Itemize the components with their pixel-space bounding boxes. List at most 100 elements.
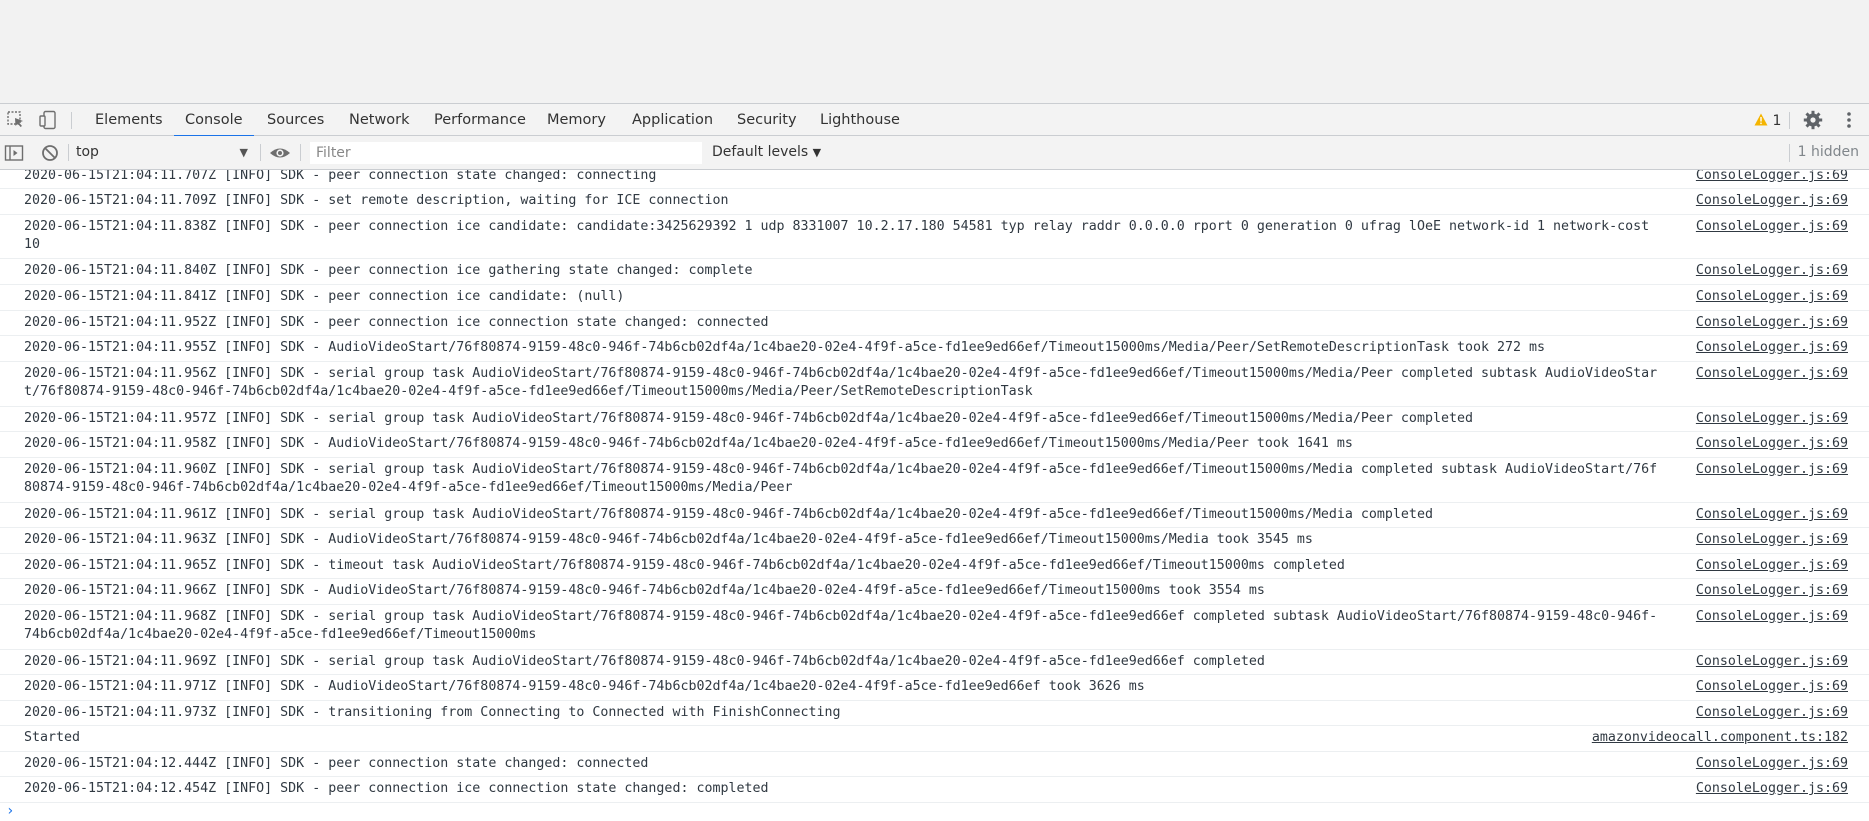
console-message-text: 2020-06-15T21:04:11.707Z [INFO] SDK - pe… [24, 170, 657, 183]
tab-console[interactable]: Console [174, 104, 254, 137]
dropdown-arrow-icon: ▼ [239, 146, 248, 159]
console-source-link[interactable]: ConsoleLogger.js:69 [1696, 608, 1848, 626]
tab-memory[interactable]: Memory [546, 104, 607, 136]
console-message-text: 2020-06-15T21:04:11.958Z [INFO] SDK - Au… [24, 436, 1353, 451]
console-message-text: 2020-06-15T21:04:11.966Z [INFO] SDK - Au… [24, 583, 1265, 598]
console-message-text: 2020-06-15T21:04:11.952Z [INFO] SDK - pe… [24, 315, 769, 330]
console-message-row: 2020-06-15T21:04:11.707Z [INFO] SDK - pe… [0, 170, 1869, 189]
console-message-row: 2020-06-15T21:04:11.840Z [INFO] SDK - pe… [0, 259, 1869, 285]
tab-application[interactable]: Application [631, 104, 714, 136]
toolbar-divider [1789, 144, 1790, 162]
console-message-text: Started [24, 730, 81, 745]
console-source-link[interactable]: ConsoleLogger.js:69 [1696, 218, 1848, 236]
toolbar-divider [300, 144, 301, 161]
console-message-row: 2020-06-15T21:04:11.969Z [INFO] SDK - se… [0, 650, 1869, 675]
console-filter-input[interactable] [310, 142, 702, 164]
console-source-link[interactable]: ConsoleLogger.js:69 [1696, 780, 1848, 798]
console-message-text: 2020-06-15T21:04:11.973Z [INFO] SDK - tr… [24, 705, 841, 720]
console-message-text: 2020-06-15T21:04:11.971Z [INFO] SDK - Au… [24, 679, 1145, 694]
console-message-row: 2020-06-15T21:04:11.952Z [INFO] SDK - pe… [0, 311, 1869, 336]
toolbar-divider [1789, 112, 1790, 129]
clear-console-icon[interactable] [40, 143, 60, 163]
console-source-link[interactable]: ConsoleLogger.js:69 [1696, 653, 1848, 671]
console-message-text: 2020-06-15T21:04:12.454Z [INFO] SDK - pe… [24, 781, 769, 796]
console-source-link[interactable]: ConsoleLogger.js:69 [1696, 262, 1848, 280]
console-message-text: 2020-06-15T21:04:11.838Z [INFO] SDK - pe… [24, 219, 1658, 252]
console-source-link[interactable]: ConsoleLogger.js:69 [1696, 755, 1848, 773]
console-message-row: 2020-06-15T21:04:11.963Z [INFO] SDK - Au… [0, 528, 1869, 554]
console-source-link[interactable]: ConsoleLogger.js:69 [1696, 365, 1848, 383]
console-message-row: 2020-06-15T21:04:11.971Z [INFO] SDK - Au… [0, 675, 1869, 701]
console-source-link[interactable]: ConsoleLogger.js:69 [1696, 339, 1848, 357]
console-source-link[interactable]: ConsoleLogger.js:69 [1696, 288, 1848, 306]
console-message-row: 2020-06-15T21:04:11.957Z [INFO] SDK - se… [0, 407, 1869, 432]
console-message-text: 2020-06-15T21:04:11.709Z [INFO] SDK - se… [24, 193, 729, 208]
console-message-row: 2020-06-15T21:04:11.958Z [INFO] SDK - Au… [0, 432, 1869, 458]
console-message-text: 2020-06-15T21:04:11.957Z [INFO] SDK - se… [24, 411, 1473, 426]
tab-security[interactable]: Security [736, 104, 798, 136]
console-message-row: 2020-06-15T21:04:11.966Z [INFO] SDK - Au… [0, 579, 1869, 605]
console-message-row: 2020-06-15T21:04:11.965Z [INFO] SDK - ti… [0, 554, 1869, 579]
console-message-row: 2020-06-15T21:04:12.454Z [INFO] SDK - pe… [0, 777, 1869, 803]
execution-context-select[interactable]: top ▼ [76, 142, 248, 163]
console-message-row: 2020-06-15T21:04:11.841Z [INFO] SDK - pe… [0, 285, 1869, 311]
live-expression-eye-icon[interactable] [269, 143, 290, 163]
log-levels-label: Default levels [712, 144, 809, 160]
console-message-text: 2020-06-15T21:04:11.960Z [INFO] SDK - se… [24, 462, 1658, 495]
console-toolbar: top ▼ Default levels ▼ 1 hidden [0, 136, 1869, 170]
toolbar-divider [71, 112, 72, 129]
tab-lighthouse[interactable]: Lighthouse [819, 104, 901, 136]
console-message-text: 2020-06-15T21:04:11.956Z [INFO] SDK - se… [24, 366, 1658, 399]
settings-gear-icon[interactable] [1803, 110, 1823, 130]
tab-elements[interactable]: Elements [94, 104, 164, 136]
page-viewport [0, 0, 1869, 103]
dropdown-arrow-icon: ▼ [812, 146, 822, 159]
more-options-icon[interactable] [1839, 110, 1859, 130]
console-source-link[interactable]: ConsoleLogger.js:69 [1696, 192, 1848, 210]
console-message-row: 2020-06-15T21:04:11.955Z [INFO] SDK - Au… [0, 336, 1869, 362]
warning-count: 1 [1772, 113, 1782, 129]
console-source-link[interactable]: ConsoleLogger.js:69 [1696, 314, 1848, 332]
console-source-link[interactable]: ConsoleLogger.js:69 [1696, 531, 1848, 549]
warning-icon [1754, 113, 1768, 126]
console-source-link[interactable]: ConsoleLogger.js:69 [1696, 582, 1848, 600]
console-message-row: 2020-06-15T21:04:11.961Z [INFO] SDK - se… [0, 503, 1869, 528]
console-message-row: Started amazonvideocall.component.ts:182 [0, 726, 1869, 752]
console-message-text: 2020-06-15T21:04:11.961Z [INFO] SDK - se… [24, 507, 1433, 522]
console-message-text: 2020-06-15T21:04:11.965Z [INFO] SDK - ti… [24, 558, 1345, 573]
console-message-row: 2020-06-15T21:04:11.838Z [INFO] SDK - pe… [0, 215, 1869, 259]
tab-sources[interactable]: Sources [266, 104, 325, 136]
inspect-element-icon[interactable] [6, 110, 26, 130]
console-message-text: 2020-06-15T21:04:11.840Z [INFO] SDK - pe… [24, 263, 753, 278]
console-message-text: 2020-06-15T21:04:11.963Z [INFO] SDK - Au… [24, 532, 1313, 547]
console-message-row: 2020-06-15T21:04:11.973Z [INFO] SDK - tr… [0, 701, 1869, 726]
console-source-link[interactable]: ConsoleLogger.js:69 [1696, 170, 1848, 185]
console-message-row: 2020-06-15T21:04:11.956Z [INFO] SDK - se… [0, 362, 1869, 407]
warnings-counter[interactable]: 1 [1754, 112, 1781, 130]
console-source-link[interactable]: ConsoleLogger.js:69 [1696, 410, 1848, 428]
console-message-text: 2020-06-15T21:04:12.444Z [INFO] SDK - pe… [24, 756, 649, 771]
toolbar-divider [260, 144, 261, 161]
hidden-messages-count: 1 hidden [1797, 144, 1859, 160]
console-message-row: 2020-06-15T21:04:11.960Z [INFO] SDK - se… [0, 458, 1869, 503]
console-source-link[interactable]: ConsoleLogger.js:69 [1696, 678, 1848, 696]
console-message-text: 2020-06-15T21:04:11.969Z [INFO] SDK - se… [24, 654, 1265, 669]
console-message-text: 2020-06-15T21:04:11.968Z [INFO] SDK - se… [24, 609, 1658, 642]
console-source-link[interactable]: amazonvideocall.component.ts:182 [1592, 729, 1848, 747]
show-sidebar-icon[interactable] [4, 143, 24, 163]
device-toolbar-icon[interactable] [38, 110, 58, 130]
execution-context-value: top [76, 144, 99, 160]
console-source-link[interactable]: ConsoleLogger.js:69 [1696, 506, 1848, 524]
console-source-link[interactable]: ConsoleLogger.js:69 [1696, 704, 1848, 722]
toolbar-divider [68, 144, 69, 161]
console-source-link[interactable]: ConsoleLogger.js:69 [1696, 461, 1848, 479]
tab-performance[interactable]: Performance [433, 104, 527, 136]
console-prompt-icon[interactable]: › [6, 803, 14, 821]
console-message-row: 2020-06-15T21:04:11.709Z [INFO] SDK - se… [0, 189, 1869, 215]
console-source-link[interactable]: ConsoleLogger.js:69 [1696, 435, 1848, 453]
tab-network[interactable]: Network [348, 104, 411, 136]
console-source-link[interactable]: ConsoleLogger.js:69 [1696, 557, 1848, 575]
devtools-tabbar: Elements Console Sources Network Perform… [0, 103, 1869, 137]
console-message-row: 2020-06-15T21:04:12.444Z [INFO] SDK - pe… [0, 752, 1869, 777]
log-levels-dropdown[interactable]: Default levels ▼ [712, 136, 821, 170]
